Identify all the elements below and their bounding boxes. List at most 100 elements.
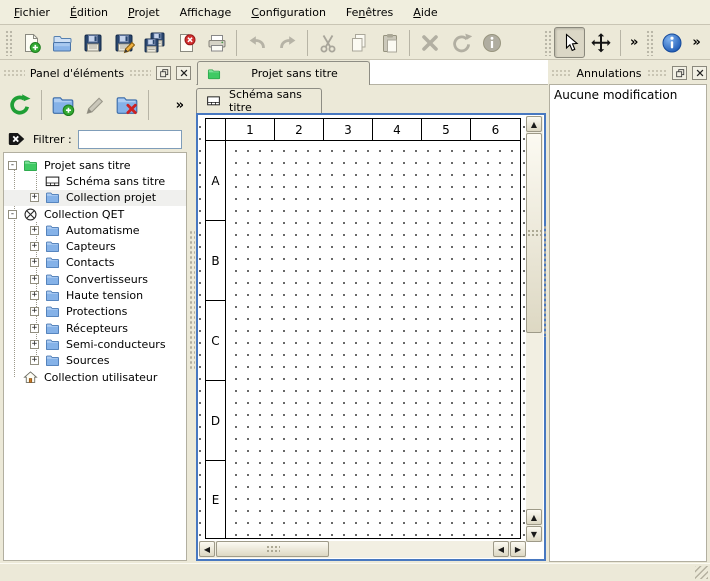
save-all-button[interactable] (139, 27, 170, 58)
menu-affichage[interactable]: Affichage (170, 2, 242, 23)
menu-fichier[interactable]: Fichier (4, 2, 60, 23)
float-panel-button[interactable] (672, 66, 687, 80)
tree-item-collection-utilisateur[interactable]: Collection utilisateur (4, 369, 186, 385)
close-document-button[interactable] (170, 27, 201, 58)
vertical-scrollbar[interactable]: ▲ ▲ ▼ (526, 116, 543, 542)
tree-item-projet-sans-titre[interactable]: -Projet sans titre (4, 157, 186, 173)
edit-category-button[interactable] (79, 87, 111, 123)
tree-item-protections[interactable]: +Protections (4, 304, 186, 320)
collapse-icon[interactable]: - (8, 161, 17, 170)
save-as-button[interactable] (108, 27, 139, 58)
tree-item-label: Capteurs (66, 240, 116, 253)
delete-category-button[interactable] (111, 87, 143, 123)
tree-item-haute-tension[interactable]: +Haute tension (4, 287, 186, 303)
expand-icon[interactable]: + (30, 307, 39, 316)
folder-icon (44, 223, 61, 238)
scroll-up-button[interactable]: ▲ (526, 116, 542, 132)
tree-item-label: Automatisme (66, 224, 140, 237)
reload-collections-button[interactable] (4, 87, 36, 123)
tree-item-collection-qet[interactable]: - Collection QET (4, 206, 186, 222)
tree-item-automatisme[interactable]: + Automatisme (4, 222, 186, 238)
cut-icon (317, 32, 339, 54)
element-infos-button[interactable] (476, 27, 507, 58)
pan-mode-button[interactable] (585, 27, 616, 58)
delete-button[interactable] (414, 27, 445, 58)
expand-icon[interactable]: + (30, 291, 39, 300)
close-document-icon (175, 32, 197, 54)
tree-item-label: Collection QET (44, 208, 124, 221)
scroll-up-button[interactable]: ▲ (526, 509, 542, 525)
float-panel-button[interactable] (156, 66, 171, 80)
open-document-button[interactable] (46, 27, 77, 58)
tree-item-sources[interactable]: + Sources (4, 353, 186, 369)
undo-button[interactable] (241, 27, 272, 58)
tree-item-capteurs[interactable]: + Capteurs (4, 238, 186, 254)
left-splitter-handle[interactable] (189, 230, 195, 370)
redo-button[interactable] (272, 27, 303, 58)
menu-projet[interactable]: Projet (118, 2, 170, 23)
resize-grip[interactable] (695, 566, 708, 579)
tree-item-sch-ma-sans-titre[interactable]: Schéma sans titre (4, 173, 186, 189)
tree-item-r-cepteurs[interactable]: +Récepteurs (4, 320, 186, 336)
tab-schema[interactable]: Schéma sans titre (196, 88, 322, 113)
expand-icon[interactable]: + (30, 340, 39, 349)
folder-icon (44, 288, 61, 303)
clear-filter-icon (7, 131, 27, 147)
scroll-left-button[interactable]: ◀ (199, 541, 215, 557)
tree-item-semi-conducteurs[interactable]: + Semi-conducteurs (4, 336, 186, 352)
expand-icon[interactable]: + (30, 193, 39, 202)
undo-history-item[interactable]: Aucune modification (554, 88, 702, 102)
toolbar-overflow-button[interactable]: » (170, 98, 190, 113)
rotate-button[interactable] (445, 27, 476, 58)
paste-button[interactable] (374, 27, 405, 58)
toolbar-overflow-button[interactable]: » (687, 35, 705, 50)
new-document-button[interactable] (15, 27, 46, 58)
cut-button[interactable] (312, 27, 343, 58)
tree-item-convertisseurs[interactable]: +Convertisseurs (4, 271, 186, 287)
close-panel-button[interactable] (692, 66, 707, 80)
menu-aide[interactable]: Aide (403, 2, 447, 23)
expand-icon[interactable]: + (30, 275, 39, 284)
toolbar-handle[interactable] (544, 30, 551, 56)
horizontal-scrollbar[interactable]: ◀ ◀ ▶ (199, 541, 526, 558)
scroll-down-button[interactable]: ▼ (526, 526, 542, 542)
schema-view[interactable]: 123456ABCDE ▲ ▲ ▼ ◀ ◀ ▶ (196, 113, 546, 561)
scroll-right-button[interactable]: ▶ (510, 541, 526, 557)
new-category-button[interactable] (47, 87, 79, 123)
undo-history-list[interactable]: Aucune modification (549, 84, 707, 562)
horizontal-scroll-thumb[interactable] (216, 541, 329, 557)
save-button[interactable] (77, 27, 108, 58)
info-blue-icon (661, 32, 683, 54)
elements-panel-dock: Panel d'éléments » Filtrer : (0, 60, 194, 563)
column-header-2: 2 (275, 119, 324, 141)
select-mode-button[interactable] (554, 27, 585, 58)
tree-item-label: Sources (66, 354, 110, 367)
vertical-scroll-thumb[interactable] (526, 133, 542, 333)
tree-item-contacts[interactable]: +Contacts (4, 255, 186, 271)
menu-configuration[interactable]: Configuration (241, 2, 336, 23)
clear-filter-button[interactable] (7, 131, 27, 147)
collapse-icon[interactable]: - (8, 210, 17, 219)
print-button[interactable] (201, 27, 232, 58)
expand-icon[interactable]: + (30, 242, 39, 251)
scroll-left-button[interactable]: ◀ (493, 541, 509, 557)
tree-item-collection-projet[interactable]: +Collection projet (4, 190, 186, 206)
save-icon (82, 32, 104, 54)
about-qet-button[interactable] (656, 27, 687, 58)
expand-icon[interactable]: + (30, 258, 39, 267)
save-all-icon (144, 32, 166, 54)
expand-icon[interactable]: + (30, 324, 39, 333)
close-panel-button[interactable] (176, 66, 191, 80)
toolbar-overflow-button[interactable]: » (625, 35, 643, 50)
expand-icon[interactable]: + (30, 356, 39, 365)
copy-button[interactable] (343, 27, 374, 58)
tab-project[interactable]: Projet sans titre (197, 61, 370, 85)
filter-input[interactable] (78, 130, 182, 149)
elements-panel-toolbar: » (0, 85, 194, 125)
toolbar-handle[interactable] (646, 30, 653, 56)
menu-fenetres[interactable]: Fenêtres (336, 2, 403, 23)
menu-edition[interactable]: Édition (60, 2, 118, 23)
toolbar-handle[interactable] (5, 30, 12, 56)
expand-icon[interactable]: + (30, 226, 39, 235)
tree-item-label: Semi-conducteurs (66, 338, 166, 351)
